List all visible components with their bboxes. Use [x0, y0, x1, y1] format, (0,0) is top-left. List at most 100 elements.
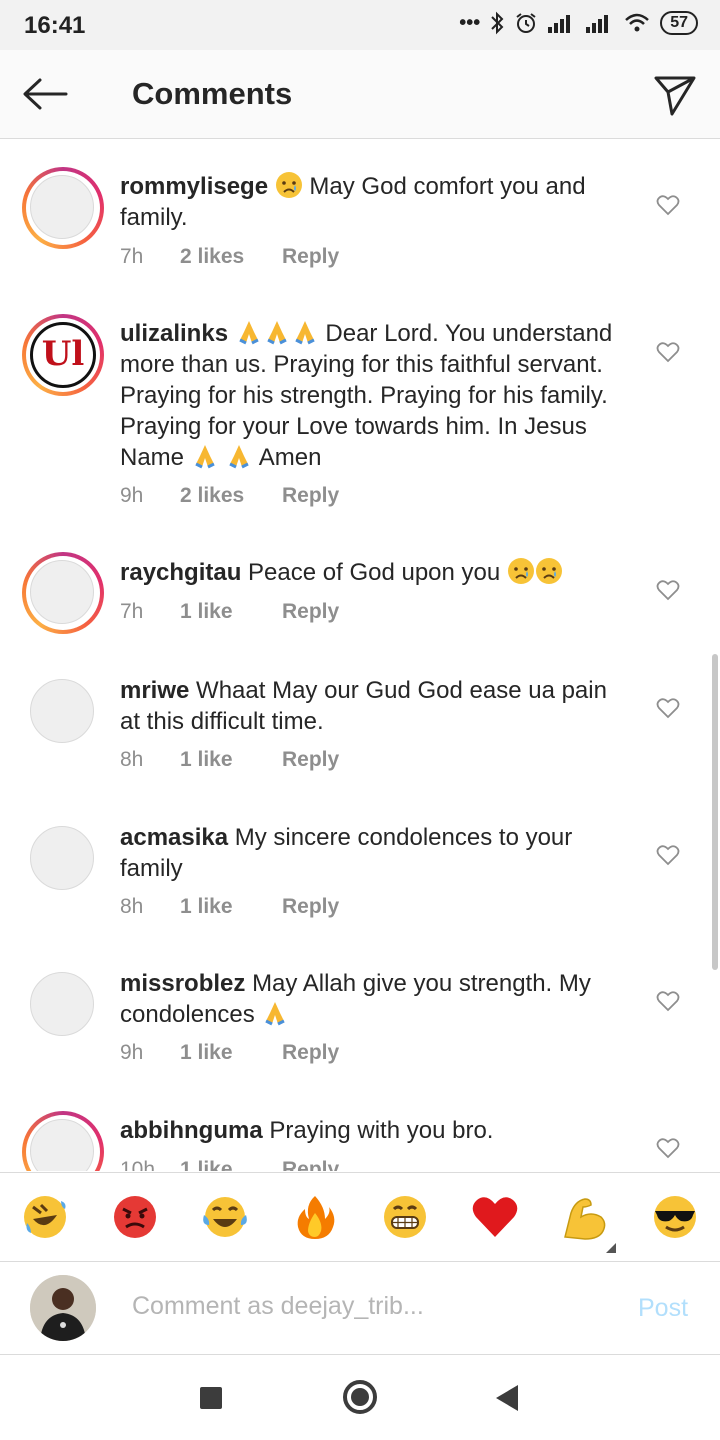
comment-time: 9h [120, 1041, 144, 1064]
crying-face-emoji-icon [507, 558, 534, 584]
like-heart-icon[interactable] [656, 341, 680, 363]
comment-body: mriwe Whaat May our Gud God ease ua pain… [120, 675, 630, 737]
comment-username[interactable]: missroblez [120, 970, 245, 997]
crying-face-emoji-icon [275, 172, 302, 198]
ulizalinks-logo: Ul [30, 322, 96, 388]
like-heart-icon[interactable] [656, 194, 680, 216]
comment-text: Praying with you bro. [269, 1117, 494, 1144]
reply-button[interactable]: Reply [282, 895, 339, 919]
more-emoji-caret-icon[interactable] [606, 1243, 616, 1253]
reply-button[interactable]: Reply [282, 748, 339, 772]
comment-meta: 7h 2 likes Reply [120, 245, 339, 269]
post-button[interactable]: Post [638, 1294, 688, 1323]
folded-hands-emoji-icon [295, 321, 315, 345]
avatar[interactable] [22, 552, 104, 634]
comment-username[interactable]: rommylisege [120, 173, 268, 200]
recent-apps-icon[interactable] [200, 1387, 222, 1409]
comment-likes[interactable]: 1 like [180, 600, 282, 624]
fire-emoji-icon[interactable] [291, 1193, 339, 1241]
comment-likes[interactable]: 2 likes [180, 484, 282, 508]
comment-likes[interactable]: 2 likes [180, 245, 282, 269]
emoji-reaction-bar [0, 1172, 720, 1262]
comment-body: abbihnguma Praying with you bro. [120, 1115, 630, 1146]
avatar[interactable] [22, 1111, 104, 1171]
status-time: 16:41 [24, 12, 86, 39]
like-heart-icon[interactable] [656, 697, 680, 719]
avatar[interactable]: Ul [22, 314, 104, 396]
comment-body: rommylisege May God comfort you and fami… [120, 171, 630, 233]
scrollbar[interactable] [712, 654, 718, 970]
comment-meta: 10h 1 like Reply [120, 1158, 339, 1171]
comment-body: acmasika My sincere condolences to your … [120, 822, 630, 884]
comment-username[interactable]: mriwe [120, 677, 189, 704]
like-heart-icon[interactable] [656, 1137, 680, 1159]
like-heart-icon[interactable] [656, 990, 680, 1012]
folded-hands-emoji-icon [265, 1002, 286, 1026]
reply-button[interactable]: Reply [282, 245, 339, 269]
folded-hands-emoji-icon [267, 321, 287, 345]
comment-input[interactable] [122, 1284, 522, 1328]
comment-likes[interactable]: 1 like [180, 1041, 282, 1065]
folded-hands-emoji-icon [239, 321, 259, 345]
home-icon[interactable] [343, 1380, 377, 1414]
back-arrow-icon[interactable] [20, 74, 70, 114]
comment-body: raychgitau Peace of God upon you [120, 557, 630, 588]
comment-time: 7h [120, 600, 144, 623]
grinning-emoji-icon[interactable] [381, 1193, 429, 1241]
nav-back-icon[interactable] [496, 1385, 518, 1411]
comment-meta: 8h 1 like Reply [120, 748, 339, 772]
comment-time: 8h [120, 748, 144, 771]
reply-button[interactable]: Reply [282, 1158, 339, 1171]
reply-button[interactable]: Reply [282, 1041, 339, 1065]
comment-time: 8h [120, 895, 144, 918]
reply-button[interactable]: Reply [282, 484, 339, 508]
wifi-icon [625, 13, 650, 32]
comment-username[interactable]: ulizalinks [120, 320, 228, 347]
more-dots-icon: ••• [459, 11, 481, 34]
folded-hands-emoji-icon [195, 445, 215, 469]
rofl-emoji-icon[interactable] [21, 1193, 69, 1241]
page-title: Comments [132, 76, 293, 111]
comment-text: Whaat May our Gud God ease ua pain at th… [120, 677, 607, 735]
sunglasses-emoji-icon[interactable] [651, 1193, 699, 1241]
crying-face-emoji-icon [535, 558, 562, 584]
bluetooth-icon [491, 11, 504, 35]
status-icons: ••• 57 [459, 11, 698, 35]
comment-body: ulizalinks Dear Lord. You understand mor… [120, 318, 630, 473]
signal-icon-2 [586, 15, 609, 33]
tears-of-joy-emoji-icon[interactable] [201, 1193, 249, 1241]
alarm-icon [516, 13, 536, 33]
comment-likes[interactable]: 1 like [180, 1158, 282, 1171]
comment-username[interactable]: raychgitau [120, 559, 241, 586]
comment-text-end: Amen [258, 444, 322, 471]
comment-meta: 9h 1 like Reply [120, 1041, 339, 1065]
signal-icon [548, 15, 571, 33]
comment-likes[interactable]: 1 like [180, 895, 282, 919]
flexed-biceps-emoji-icon[interactable] [561, 1193, 609, 1241]
avatar[interactable] [30, 826, 94, 890]
like-heart-icon[interactable] [656, 844, 680, 866]
folded-hands-emoji-icon [229, 445, 250, 469]
comment-likes[interactable]: 1 like [180, 748, 282, 772]
comment-meta: 7h 1 like Reply [120, 600, 339, 624]
angry-face-emoji-icon[interactable] [111, 1193, 159, 1241]
comment-body: missroblez May Allah give you strength. … [120, 968, 630, 1030]
red-heart-emoji-icon[interactable] [471, 1193, 519, 1241]
comment-text: Peace of God upon you [248, 559, 501, 586]
system-nav-bar [0, 1355, 720, 1440]
comment-username[interactable]: acmasika [120, 824, 228, 851]
comment-meta: 9h 2 likes Reply [120, 484, 339, 508]
reply-button[interactable]: Reply [282, 600, 339, 624]
status-bar: 16:41 ••• 57 [0, 0, 720, 50]
like-heart-icon[interactable] [656, 579, 680, 601]
avatar[interactable] [30, 972, 94, 1036]
user-avatar[interactable] [30, 1275, 96, 1341]
comment-meta: 8h 1 like Reply [120, 895, 339, 919]
direct-send-icon[interactable] [652, 72, 698, 118]
comment-time: 9h [120, 484, 144, 507]
avatar[interactable] [30, 679, 94, 743]
battery-indicator: 57 [660, 11, 698, 35]
comment-username[interactable]: abbihnguma [120, 1117, 263, 1144]
avatar[interactable] [22, 167, 104, 249]
comments-list[interactable]: rommylisege May God comfort you and fami… [0, 139, 720, 1171]
